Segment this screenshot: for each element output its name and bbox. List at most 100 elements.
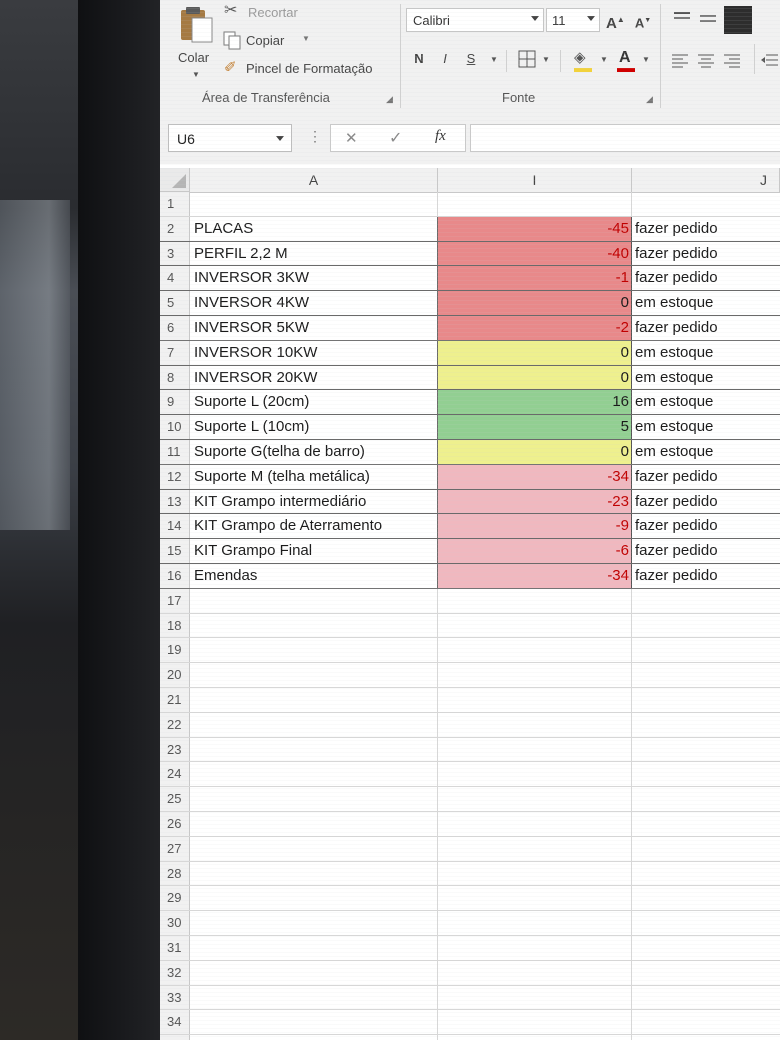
cell-quantity[interactable] (438, 985, 632, 1010)
row-header[interactable]: 9 (160, 390, 190, 415)
cell-status[interactable] (632, 986, 780, 1010)
cell-quantity[interactable]: -34 (438, 464, 632, 489)
cell-item-name[interactable] (190, 712, 438, 737)
row-header[interactable]: 14 (160, 514, 190, 539)
copy-button[interactable]: Copiar ▼ (222, 30, 342, 52)
row-header[interactable]: 32 (160, 960, 190, 985)
font-color-button[interactable]: A (616, 48, 638, 74)
cancel-icon[interactable]: ✕ (345, 129, 358, 147)
cell-item-name[interactable] (190, 192, 438, 216)
more-options-icon[interactable]: ⋮ (308, 128, 322, 145)
cell-status[interactable] (632, 638, 780, 662)
cell-item-name[interactable]: Emendas (190, 563, 438, 588)
row-header[interactable]: 15 (160, 539, 190, 563)
fill-color-button[interactable]: ◈ (572, 48, 600, 74)
bold-button[interactable]: N (410, 48, 428, 70)
cell-item-name[interactable]: INVERSOR 10KW (190, 340, 438, 365)
row-header[interactable]: 28 (160, 861, 190, 886)
cell-quantity[interactable] (438, 836, 632, 861)
align-middle-icon[interactable] (698, 10, 718, 26)
cell-status[interactable] (632, 762, 780, 786)
row-header[interactable]: 13 (160, 489, 190, 514)
cell-status[interactable] (632, 589, 780, 613)
chevron-down-icon[interactable]: ▼ (600, 55, 608, 64)
cell-status[interactable]: fazer pedido (632, 242, 780, 266)
cell-status[interactable] (632, 738, 780, 762)
cell-item-name[interactable]: KIT Grampo de Aterramento (190, 514, 438, 539)
cell-status[interactable]: fazer pedido (632, 539, 780, 563)
cell-status[interactable] (632, 1035, 780, 1040)
cell-item-name[interactable]: PERFIL 2,2 M (190, 241, 438, 266)
row-header[interactable]: 1 (160, 192, 190, 216)
cell-item-name[interactable]: PLACAS (190, 216, 438, 241)
cell-status[interactable]: fazer pedido (632, 465, 780, 489)
cell-quantity[interactable] (438, 638, 632, 663)
cell-status[interactable]: em estoque (632, 291, 780, 315)
cell-quantity[interactable] (438, 737, 632, 762)
cell-status[interactable]: fazer pedido (632, 564, 780, 588)
paste-button[interactable]: Colar ▼ (170, 2, 220, 82)
cell-status[interactable]: em estoque (632, 440, 780, 464)
cell-quantity[interactable]: -34 (438, 563, 632, 588)
cell-quantity[interactable]: -6 (438, 539, 632, 563)
dialog-launcher-icon[interactable]: ◢ (386, 94, 393, 105)
formula-input[interactable] (470, 124, 780, 152)
cell-quantity[interactable] (438, 192, 632, 216)
cell-status[interactable] (632, 1010, 780, 1034)
cell-item-name[interactable] (190, 811, 438, 836)
cell-quantity[interactable]: -9 (438, 514, 632, 539)
cell-status[interactable] (632, 663, 780, 687)
cell-item-name[interactable]: KIT Grampo intermediário (190, 489, 438, 514)
align-center-icon[interactable] (696, 52, 716, 68)
cell-status[interactable]: em estoque (632, 390, 780, 414)
underline-button[interactable]: S (462, 48, 480, 70)
cell-quantity[interactable] (438, 911, 632, 935)
row-header[interactable]: 16 (160, 563, 190, 588)
grow-font-button[interactable]: A▲ (606, 9, 625, 32)
row-header[interactable]: 34 (160, 1010, 190, 1035)
cut-button[interactable]: ✂ Recortar (224, 2, 344, 22)
cell-item-name[interactable]: Suporte L (10cm) (190, 415, 438, 439)
cell-item-name[interactable]: INVERSOR 3KW (190, 266, 438, 291)
font-size-select[interactable]: 11 (546, 8, 600, 32)
cell-item-name[interactable] (190, 935, 438, 960)
cell-item-name[interactable] (190, 911, 438, 935)
cell-status[interactable] (632, 837, 780, 861)
cell-quantity[interactable] (438, 960, 632, 985)
cell-quantity[interactable]: 0 (438, 340, 632, 365)
cell-item-name[interactable] (190, 663, 438, 687)
borders-icon[interactable] (518, 50, 536, 68)
dialog-launcher-icon[interactable]: ◢ (646, 94, 653, 105)
cell-quantity[interactable] (438, 762, 632, 787)
cell-quantity[interactable]: 0 (438, 365, 632, 390)
cell-quantity[interactable] (438, 1010, 632, 1035)
cell-item-name[interactable] (190, 762, 438, 787)
select-all-button[interactable] (160, 168, 190, 192)
decrease-indent-icon[interactable] (760, 52, 780, 68)
cell-item-name[interactable] (190, 787, 438, 811)
chevron-down-icon[interactable]: ▼ (642, 55, 650, 64)
cell-status[interactable] (632, 911, 780, 935)
cell-status[interactable] (632, 936, 780, 960)
font-name-select[interactable]: Calibri (406, 8, 544, 32)
row-header[interactable]: 31 (160, 935, 190, 960)
cell-status[interactable] (632, 961, 780, 985)
cell-quantity[interactable]: 0 (438, 439, 632, 464)
row-header[interactable]: 33 (160, 985, 190, 1010)
align-left-icon[interactable] (670, 52, 690, 68)
row-header[interactable]: 19 (160, 638, 190, 663)
cell-item-name[interactable] (190, 1010, 438, 1035)
column-header-J[interactable]: J (632, 168, 780, 192)
cell-quantity[interactable] (438, 1035, 632, 1040)
row-header[interactable]: 20 (160, 663, 190, 687)
cell-item-name[interactable] (190, 687, 438, 712)
align-bottom-button[interactable] (724, 6, 752, 34)
row-header[interactable]: 10 (160, 415, 190, 439)
cell-quantity[interactable] (438, 935, 632, 960)
cell-quantity[interactable] (438, 588, 632, 613)
cell-status[interactable] (632, 713, 780, 737)
chevron-down-icon[interactable]: ▼ (542, 55, 550, 64)
cell-quantity[interactable]: -1 (438, 266, 632, 291)
cell-item-name[interactable]: Suporte M (telha metálica) (190, 464, 438, 489)
row-header[interactable]: 11 (160, 439, 190, 464)
